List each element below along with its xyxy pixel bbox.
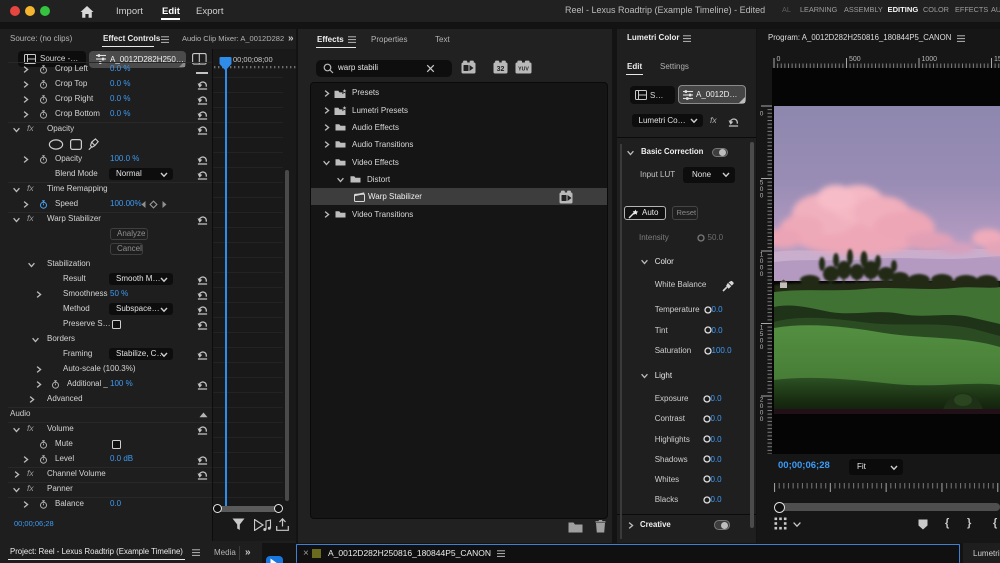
- svg-text:32: 32: [497, 66, 505, 73]
- svg-text:YUV: YUV: [518, 67, 529, 73]
- svg-text:0: 0: [760, 271, 764, 278]
- svg-text:0: 0: [760, 416, 764, 423]
- svg-text:0: 0: [760, 344, 764, 351]
- svg-text:0: 0: [760, 192, 764, 199]
- svg-text:0: 0: [760, 111, 764, 118]
